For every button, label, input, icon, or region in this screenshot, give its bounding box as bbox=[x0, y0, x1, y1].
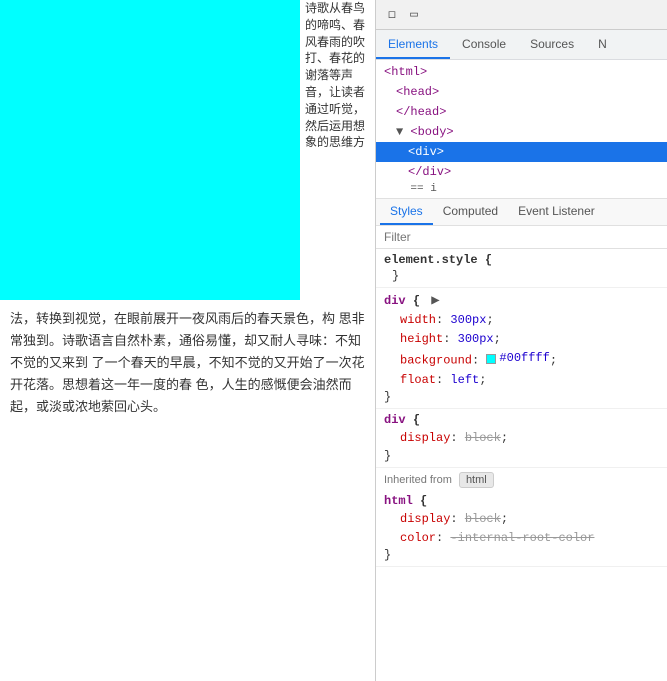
dom-line-div-close[interactable]: </div> bbox=[376, 162, 667, 182]
filter-bar bbox=[376, 226, 667, 249]
devtools-main-tabs: Elements Console Sources N bbox=[376, 30, 667, 60]
css-prop-background[interactable]: background: #00ffff ; bbox=[384, 349, 659, 371]
css-prop-float[interactable]: float: left; bbox=[384, 371, 659, 390]
tab-network[interactable]: N bbox=[586, 30, 619, 59]
css-prop-width[interactable]: width: 300px; bbox=[384, 311, 659, 330]
css-block-element-style: element.style { } bbox=[376, 249, 667, 288]
cyan-box bbox=[0, 0, 300, 300]
filter-input[interactable] bbox=[384, 230, 659, 244]
dom-line-body[interactable]: ▼ <body> bbox=[376, 122, 667, 142]
inherited-label: Inherited from html bbox=[376, 468, 667, 490]
tab-elements[interactable]: Elements bbox=[376, 30, 450, 59]
style-tab-styles[interactable]: Styles bbox=[380, 199, 433, 225]
css-selector-div-2[interactable]: div { bbox=[384, 413, 659, 427]
styles-panel[interactable]: Styles Computed Event Listener element.s… bbox=[376, 199, 667, 681]
select-element-icon[interactable]: ◻ bbox=[384, 7, 400, 23]
topbar-icons: ◻ ▭ bbox=[380, 7, 426, 23]
dom-tree: <html> <head> </head> ▼ <body> <div> </d… bbox=[376, 60, 667, 199]
css-prop-height[interactable]: height: 300px; bbox=[384, 330, 659, 349]
css-block-html: html { display: block; color: -internal-… bbox=[376, 490, 667, 567]
css-selector-div-1[interactable]: div { ▶ bbox=[384, 292, 659, 309]
css-prop-color-html[interactable]: color: -internal-root-color bbox=[384, 529, 659, 548]
dom-line-head-close[interactable]: </head> bbox=[376, 102, 667, 122]
tab-console[interactable]: Console bbox=[450, 30, 518, 59]
devtools-topbar: ◻ ▭ bbox=[376, 0, 667, 30]
inherited-badge[interactable]: html bbox=[459, 472, 494, 488]
tab-sources[interactable]: Sources bbox=[518, 30, 586, 59]
below-text: 法，转换到视觉，在眼前展开一夜风雨后的春天景色，构 思非常独到。诗歌语言自然朴素… bbox=[0, 300, 375, 426]
overflow-text: 诗歌从春鸟的啼鸣、春风春雨的吹打、春花的谢落等声音，让读者通过听觉，然后运用想象… bbox=[305, 0, 375, 300]
style-tabs: Styles Computed Event Listener bbox=[376, 199, 667, 226]
css-selector-html[interactable]: html { bbox=[384, 494, 659, 508]
dom-equals-line: == i bbox=[376, 182, 667, 196]
device-toggle-icon[interactable]: ▭ bbox=[406, 7, 422, 23]
css-block-div-2: div { display: block; } bbox=[376, 409, 667, 467]
style-tab-computed[interactable]: Computed bbox=[433, 199, 508, 225]
devtools-panel: ◻ ▭ Elements Console Sources N <html> <h… bbox=[375, 0, 667, 681]
webpage-panel: 诗歌从春鸟的啼鸣、春风春雨的吹打、春花的谢落等声音，让读者通过听觉，然后运用想象… bbox=[0, 0, 375, 681]
dom-line-div[interactable]: <div> bbox=[376, 142, 667, 162]
style-tab-event-listeners[interactable]: Event Listener bbox=[508, 199, 605, 225]
color-swatch[interactable] bbox=[486, 354, 496, 364]
css-selector-element-style[interactable]: element.style { bbox=[384, 253, 659, 267]
dom-line-html[interactable]: <html> bbox=[376, 62, 667, 82]
css-prop-display-html[interactable]: display: block; bbox=[384, 510, 659, 529]
dom-line-head[interactable]: <head> bbox=[376, 82, 667, 102]
css-prop-display-div[interactable]: display: block; bbox=[384, 429, 659, 448]
css-block-div-1: div { ▶ width: 300px; height: 300px; bac… bbox=[376, 288, 667, 409]
